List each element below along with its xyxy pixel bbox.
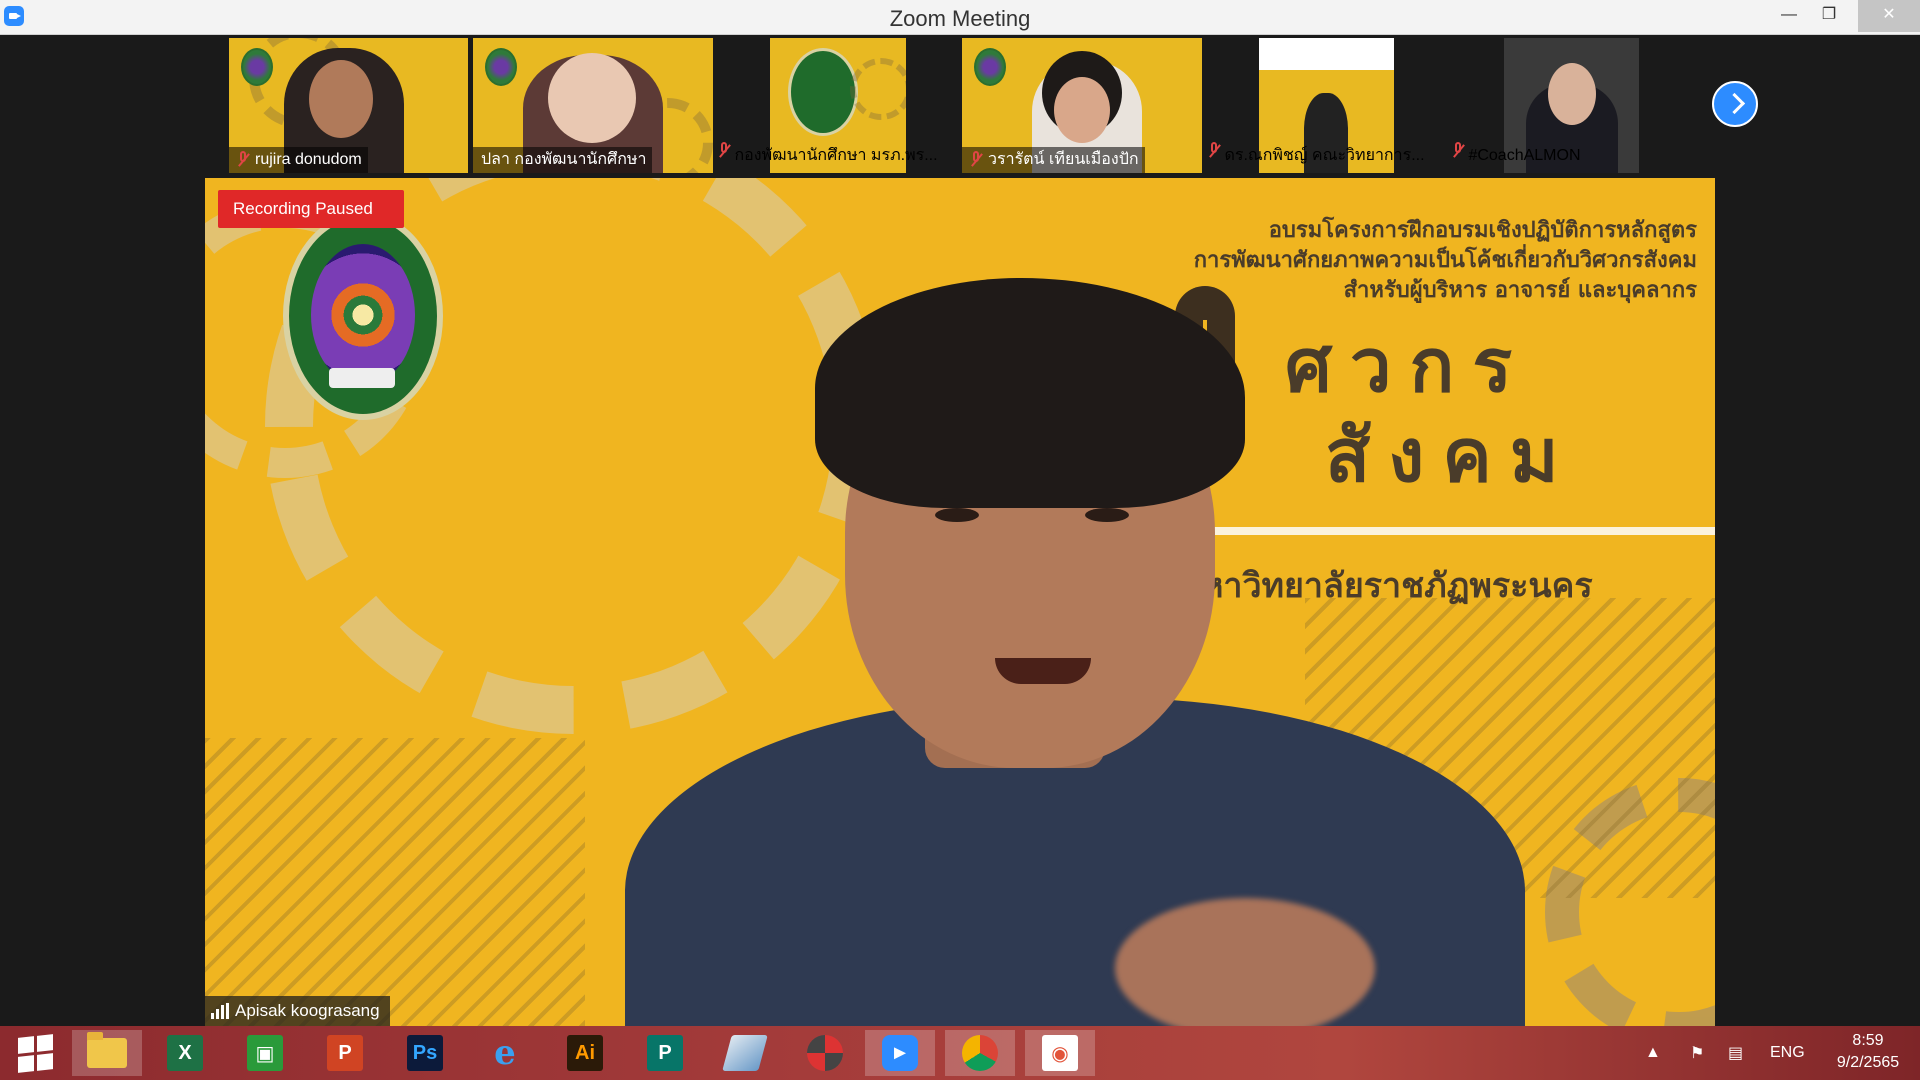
pen-tool-icon — [722, 1035, 768, 1071]
pen-tool-taskbar-button[interactable] — [710, 1030, 780, 1076]
input-language[interactable]: ENG — [1770, 1026, 1805, 1080]
next-page-button[interactable] — [1712, 81, 1758, 127]
chrome-icon — [962, 1035, 998, 1071]
participant-tile[interactable]: ปลา กองพัฒนานักศึกษา — [473, 38, 713, 173]
mic-muted-icon — [718, 142, 730, 160]
illustrator-icon: Ai — [567, 1035, 603, 1071]
windows-logo-icon — [17, 1033, 53, 1073]
participant-name: กองพัฒนานักศึกษา มรภ.พร... — [734, 147, 938, 164]
publisher-icon: P — [647, 1035, 683, 1071]
excel-icon: X — [167, 1035, 203, 1071]
active-speaker-video: อบรมโครงการฝึกอบรมเชิงปฏิบัติการหลักสูตร… — [205, 178, 1715, 1026]
participant-tile[interactable]: rujira donudom — [229, 38, 468, 173]
photoscape-icon — [807, 1035, 843, 1071]
store-icon: ▣ — [247, 1035, 283, 1071]
store-taskbar-button[interactable]: ▣ — [230, 1030, 300, 1076]
participant-thumbnail-strip: rujira donudom ปลา กองพัฒนานักศึกษา กองพ… — [0, 35, 1920, 175]
file-explorer-taskbar-button[interactable] — [72, 1030, 142, 1076]
banner-title-line-2: สังคม — [1325, 413, 1577, 499]
zoom-taskbar-button[interactable]: ► — [865, 1030, 935, 1076]
publisher-taskbar-button[interactable]: P — [630, 1030, 700, 1076]
signal-strength-icon — [211, 1003, 229, 1019]
close-button[interactable]: ✕ — [1858, 0, 1920, 32]
mic-muted-icon — [970, 151, 982, 169]
university-seal-icon — [241, 48, 273, 86]
chrome-taskbar-button[interactable] — [945, 1030, 1015, 1076]
banner-university-name: หาวิทยาลัยราชภัฏพระนคร — [1201, 566, 1593, 606]
recording-status-badge[interactable]: Recording Paused — [218, 190, 404, 228]
clock-time: 8:59 — [1852, 1032, 1884, 1049]
speaker-hand — [1115, 898, 1375, 1026]
folder-icon — [87, 1032, 127, 1068]
network-icon[interactable]: ▤ — [1728, 1026, 1743, 1080]
university-seal-icon — [485, 48, 517, 86]
window-title-bar: Zoom Meeting — ❐ ✕ — [0, 0, 1920, 35]
photoshop-taskbar-button[interactable]: Ps — [390, 1030, 460, 1076]
participant-tile[interactable]: วรารัตน์ เทียนเมืองปัก — [962, 38, 1202, 173]
internet-explorer-taskbar-button[interactable]: e — [470, 1030, 540, 1076]
speaker-name: Apisak koograsang — [235, 1001, 380, 1020]
photoscape-taskbar-button[interactable] — [790, 1030, 860, 1076]
active-speaker-nameplate: Apisak koograsang — [205, 996, 390, 1026]
internet-explorer-icon: e — [494, 1033, 516, 1073]
zoom-icon: ► — [882, 1035, 918, 1071]
university-seal-icon — [788, 48, 858, 136]
participant-name: ปลา กองพัฒนานักศึกษา — [481, 151, 647, 168]
photoshop-icon: Ps — [407, 1035, 443, 1071]
powerpoint-icon: P — [327, 1035, 363, 1071]
show-hidden-icons-button[interactable]: ▲ — [1645, 1026, 1661, 1080]
slideshow-app-taskbar-button[interactable]: ◉ — [1025, 1030, 1095, 1076]
participant-name: #CoachALMON — [1468, 147, 1581, 164]
start-button[interactable] — [0, 1030, 70, 1076]
participant-name: วรารัตน์ เทียนเมืองปัก — [988, 151, 1139, 168]
participant-name: rujira donudom — [255, 151, 362, 168]
mic-muted-icon — [1452, 142, 1464, 160]
participant-name: ดร.ณกพิชญ์ คณะวิทยาการ... — [1224, 147, 1425, 164]
action-center-flag-icon[interactable]: ⚑ — [1690, 1026, 1704, 1080]
system-clock[interactable]: 8:59 9/2/2565 — [1820, 1030, 1916, 1074]
excel-taskbar-button[interactable]: X — [150, 1030, 220, 1076]
university-seal-icon — [974, 48, 1006, 86]
illustrator-taskbar-button[interactable]: Ai — [550, 1030, 620, 1076]
university-seal-logo — [283, 212, 443, 420]
restore-button[interactable]: ❐ — [1806, 0, 1852, 32]
mic-muted-icon — [237, 151, 249, 169]
clock-date: 9/2/2565 — [1836, 1054, 1900, 1071]
powerpoint-taskbar-button[interactable]: P — [310, 1030, 380, 1076]
window-title: Zoom Meeting — [889, 6, 1031, 31]
mic-muted-icon — [1208, 142, 1220, 160]
banner-heading: อบรมโครงการฝึกอบรมเชิงปฏิบัติการหลักสูตร… — [1193, 218, 1697, 303]
windows-taskbar: X ▣ P Ps e Ai P ► ◉ ▲ ⚑ ▤ ENG 8:59 9/2/2… — [0, 1026, 1920, 1080]
slideshow-app-icon: ◉ — [1042, 1035, 1078, 1071]
